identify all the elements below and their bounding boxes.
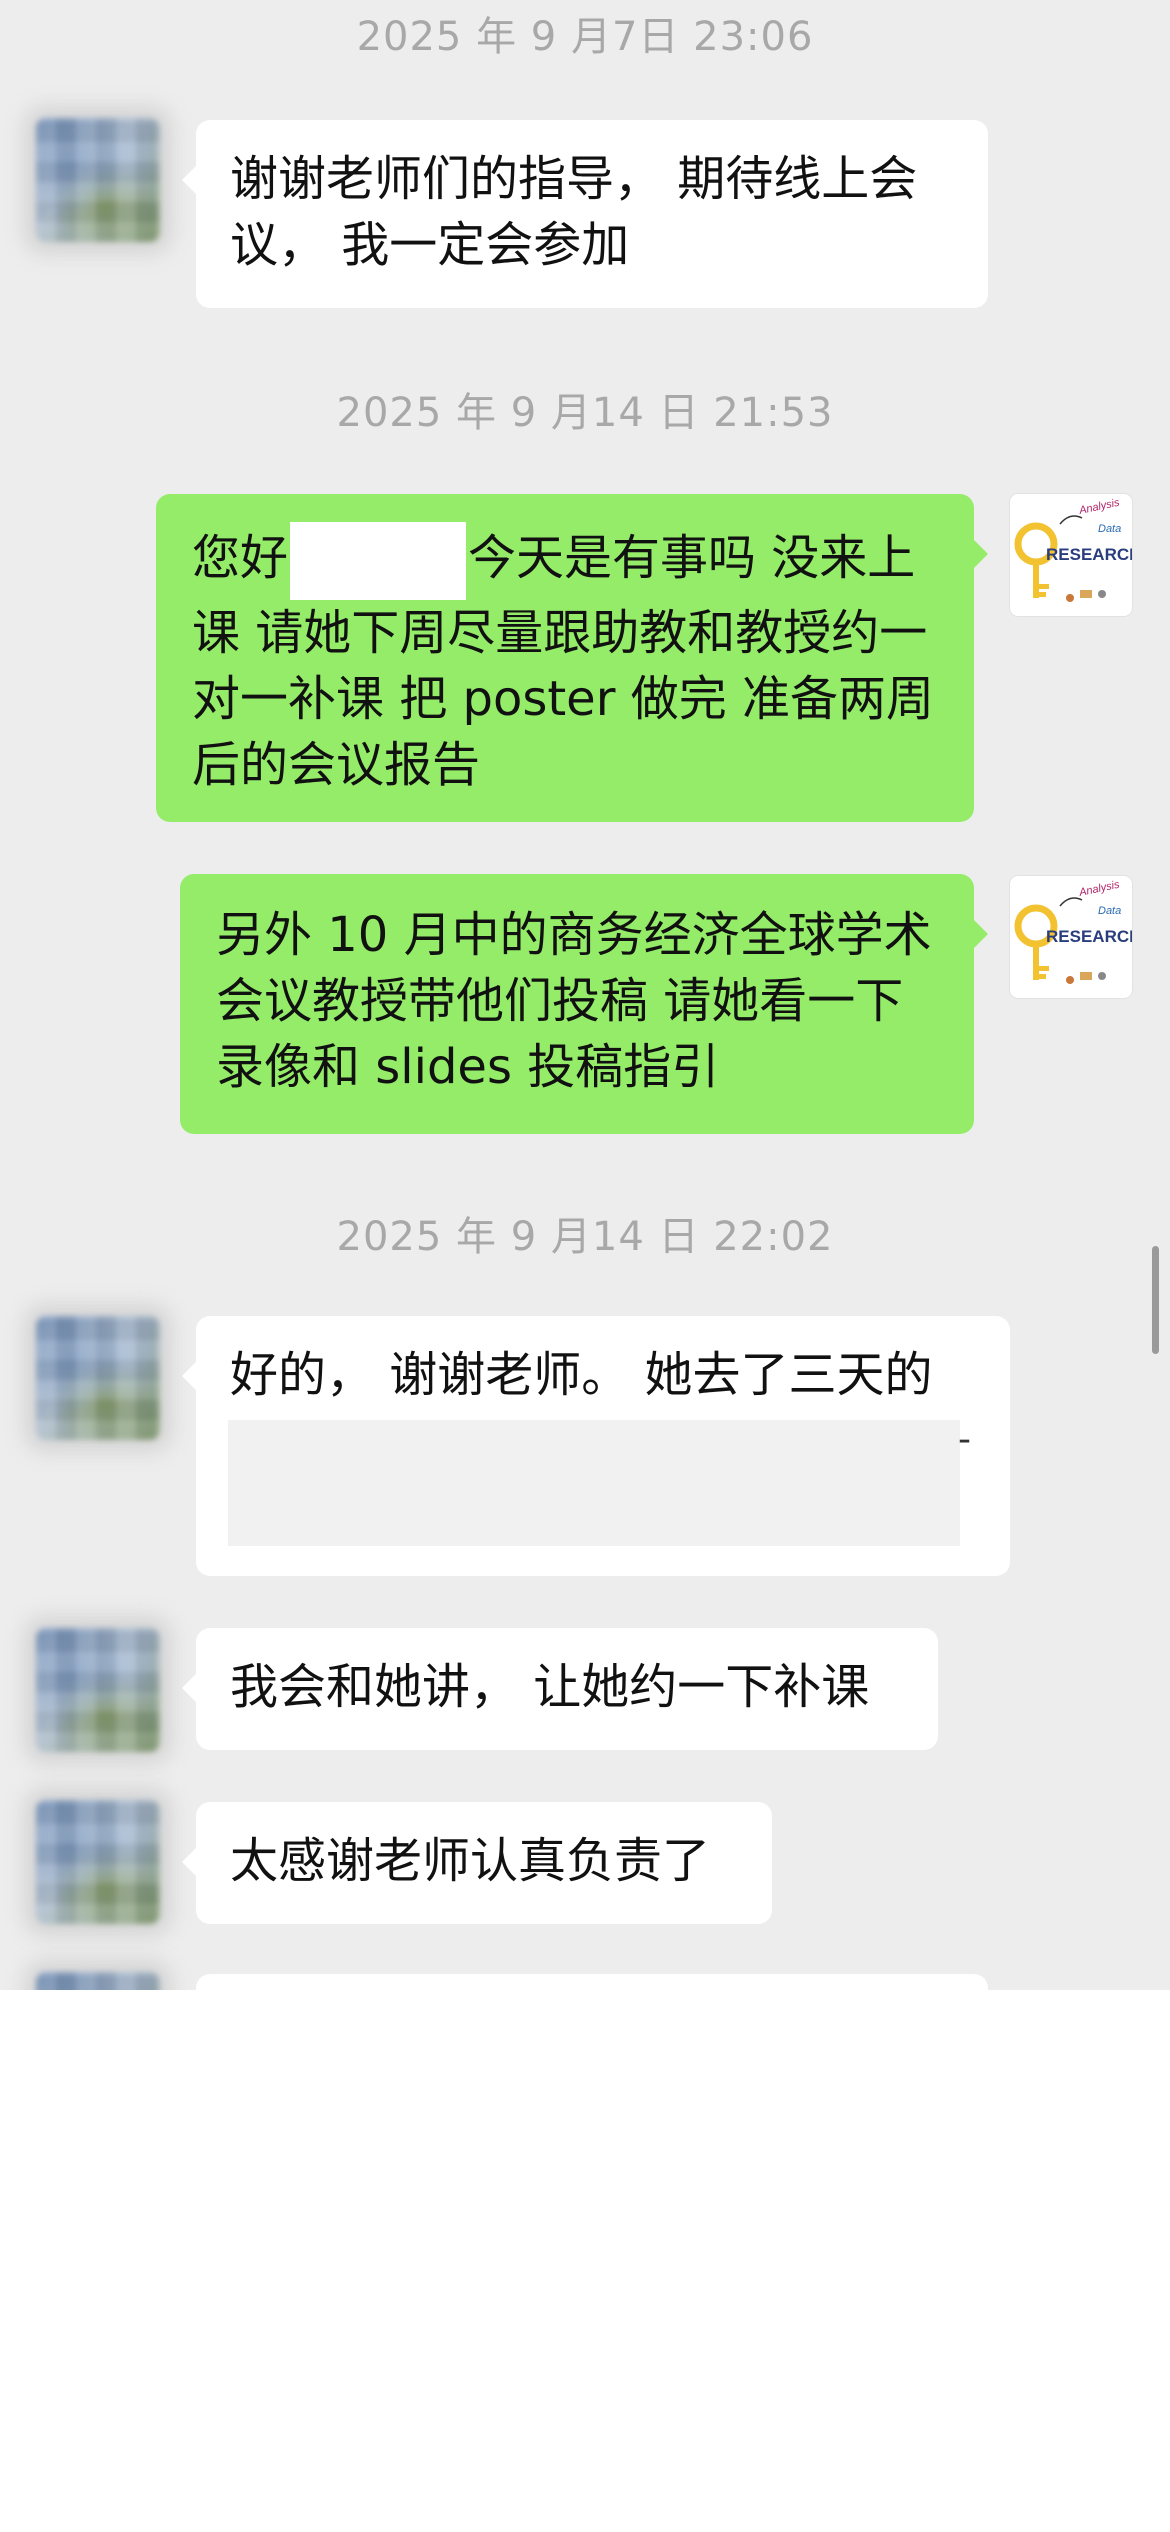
research-key-icon: RESEARCH Analysis Data xyxy=(1014,879,1132,984)
timestamp: 2025 年 9 月7日 23:06 xyxy=(356,14,814,60)
outgoing-message-bubble[interactable]: 您好 今天是有事吗 没来上课 请她下周尽量跟助教和教授约一对一补课 把 poste… xyxy=(156,494,988,822)
message-text: 您好 xyxy=(192,530,289,586)
incoming-message-bubble[interactable]: 太感谢老师认真负责了 xyxy=(182,1802,772,1924)
research-label: RESEARCH xyxy=(1046,927,1132,946)
incoming-message-bubble[interactable]: 好的， 谢谢老师。 她去了三天的 - xyxy=(182,1316,1010,1576)
data-tag: Data xyxy=(1098,523,1121,535)
timestamp: 2025 年 9 月14 日 21:53 xyxy=(336,390,834,436)
message-text: 太感谢老师认真负责了 xyxy=(230,1833,711,1889)
scrollbar-thumb[interactable] xyxy=(1152,1246,1159,1354)
message-text: 我会和她讲， 让她约一下补课 xyxy=(230,1659,870,1715)
contact-avatar[interactable] xyxy=(36,1316,160,1440)
outgoing-message-bubble[interactable]: 另外 10 月中的商务经济全球学术会议教授带他们投稿 请她看一下录像和 slid… xyxy=(180,874,988,1134)
redacted-name xyxy=(290,522,467,600)
chat-message-list[interactable]: 2025 年 9 月7日 23:06 谢谢老师们的指导， 期待线上会议， 我一定… xyxy=(0,0,1170,1990)
incoming-message-bubble[interactable]: 谢谢老师们的指导， 期待线上会议， 我一定会参加 xyxy=(182,120,988,308)
contact-avatar[interactable] xyxy=(36,1800,160,1924)
contact-avatar[interactable] xyxy=(36,1972,160,1990)
message-trailing-dash: - xyxy=(958,1419,971,1460)
incoming-message-bubble[interactable]: 我会和她讲， 让她约一下补课 xyxy=(182,1628,938,1750)
contact-avatar[interactable] xyxy=(36,1628,160,1752)
analysis-tag: Analysis xyxy=(1077,879,1121,900)
research-avatar[interactable]: RESEARCH Analysis Data xyxy=(1010,876,1132,998)
research-key-icon: RESEARCH Analysis Data xyxy=(1014,497,1132,602)
timestamp: 2025 年 9 月14 日 22:02 xyxy=(336,1214,834,1260)
data-tag: Data xyxy=(1098,905,1121,917)
research-avatar[interactable]: RESEARCH Analysis Data xyxy=(1010,494,1132,616)
message-text: 另外 10 月中的商务经济全球学术会议教授带他们投稿 请她看一下录像和 slid… xyxy=(216,907,932,1095)
message-text: 谢谢老师们的指导， 期待线上会议， 我一定会参加 xyxy=(230,151,918,273)
research-label: RESEARCH xyxy=(1046,545,1132,564)
blank-bottom-area xyxy=(0,1990,1170,2532)
message-text: 好的， 谢谢老师。 她去了三天的 xyxy=(230,1347,933,1403)
contact-avatar[interactable] xyxy=(36,118,160,242)
incoming-message-bubble[interactable] xyxy=(196,1974,988,1990)
redacted-text-block xyxy=(228,1420,960,1546)
analysis-tag: Analysis xyxy=(1077,497,1121,518)
